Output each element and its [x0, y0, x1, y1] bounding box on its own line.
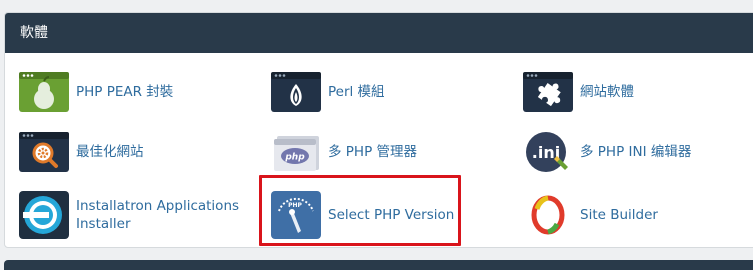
php-pear-packages-link[interactable]: PHP PEAR 封裝 [19, 72, 173, 112]
multiphp-manager-link[interactable]: php 多 PHP 管理器 [271, 132, 417, 172]
svg-text:PHP: PHP [288, 202, 302, 209]
installatron-link[interactable]: Installatron Applications Installer [19, 191, 246, 239]
installatron-icon [19, 191, 69, 239]
multiphp-ini-editor-link[interactable]: .ini 多 PHP INI 编辑器 [523, 132, 691, 172]
php-gauge-icon: PHP [271, 191, 321, 239]
item-label: 多 PHP INI 编辑器 [580, 144, 692, 160]
section-title: 軟體 [5, 13, 753, 53]
item-label: Site Builder [580, 207, 658, 223]
item-label: PHP PEAR 封裝 [76, 84, 174, 100]
pear-package-icon [19, 72, 69, 112]
svg-text:php: php [284, 153, 305, 163]
next-section-header [4, 260, 753, 270]
item-label: Perl 模組 [328, 84, 385, 100]
magnifier-gear-icon [19, 132, 69, 172]
perl-onion-icon [271, 72, 321, 112]
select-php-version-link[interactable]: PHP Select PHP Version [271, 191, 454, 239]
item-label: 網站軟體 [580, 84, 634, 100]
site-software-link[interactable]: 網站軟體 [523, 72, 634, 112]
perl-modules-link[interactable]: Perl 模組 [271, 72, 385, 112]
optimize-website-link[interactable]: 最佳化網站 [19, 132, 144, 172]
item-label: Installatron Applications Installer [76, 198, 240, 232]
ini-file-icon: .ini [523, 132, 573, 172]
item-label: Select PHP Version [328, 207, 455, 223]
software-panel: 軟體 PHP PEAR 封裝 Perl 模組 網站軟體 最佳化網站 php 多 … [4, 12, 753, 248]
site-builder-link[interactable]: Site Builder [523, 191, 658, 239]
puzzle-piece-icon [523, 72, 573, 112]
item-label: 最佳化網站 [76, 144, 144, 160]
php-logo-icon: php [271, 132, 321, 172]
site-builder-icon [523, 191, 573, 239]
item-label: 多 PHP 管理器 [328, 144, 418, 160]
